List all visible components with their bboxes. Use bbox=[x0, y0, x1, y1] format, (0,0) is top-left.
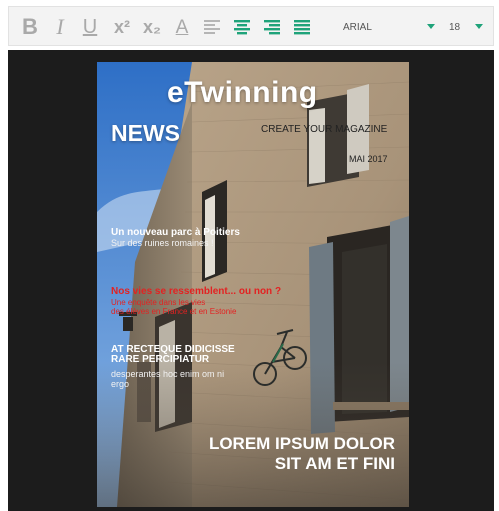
align-center-button[interactable] bbox=[229, 13, 255, 41]
align-justify-button[interactable] bbox=[289, 13, 315, 41]
align-center-icon bbox=[234, 20, 250, 35]
editor-canvas: eTwinning NEWS CREATE YOUR MAGAZINE MAI … bbox=[8, 50, 494, 511]
lead-headline-line1[interactable]: LOREM IPSUM DOLOR bbox=[209, 434, 395, 454]
chevron-down-icon bbox=[475, 24, 483, 29]
bold-icon: B bbox=[22, 14, 38, 39]
section-title[interactable]: NEWS bbox=[111, 120, 180, 147]
chevron-down-icon bbox=[427, 24, 435, 29]
story2-headline[interactable]: Nos vies se ressemblent... ou non ? bbox=[111, 286, 281, 297]
story3-subtitle-line2[interactable]: ergo bbox=[111, 379, 129, 389]
story2-subtitle-line1[interactable]: Une enquête dans les vies bbox=[111, 298, 205, 307]
issue-date[interactable]: MAI 2017 bbox=[349, 154, 388, 164]
subscript-button[interactable]: x₂ bbox=[139, 13, 165, 41]
story1-headline[interactable]: Un nouveau parc à Poitiers bbox=[111, 227, 240, 238]
tagline[interactable]: CREATE YOUR MAGAZINE bbox=[261, 124, 387, 135]
font-size-value: 18 bbox=[449, 21, 461, 33]
align-left-icon bbox=[204, 20, 220, 34]
story1-subtitle[interactable]: Sur des ruines romaines ! bbox=[111, 238, 214, 248]
subscript-icon: x₂ bbox=[142, 17, 161, 37]
magazine-cover[interactable]: eTwinning NEWS CREATE YOUR MAGAZINE MAI … bbox=[97, 62, 409, 507]
font-family-value: ARIAL bbox=[343, 21, 372, 33]
underline-button[interactable]: U bbox=[77, 13, 103, 41]
font-size-select[interactable]: 18 bbox=[449, 16, 483, 38]
story3-subtitle-line1[interactable]: desperantes hoc enim om ni bbox=[111, 369, 224, 379]
font-color-button[interactable]: A bbox=[169, 13, 195, 41]
story2-subtitle-line2[interactable]: des élèves en France et en Estonie bbox=[111, 307, 236, 316]
underline-icon: U bbox=[82, 16, 98, 38]
lead-headline-line2[interactable]: SIT AM ET FINI bbox=[275, 454, 395, 474]
story3-headline-line2[interactable]: RARE PERCIPIATUR bbox=[111, 354, 209, 365]
font-color-icon: A bbox=[175, 16, 189, 38]
magazine-title[interactable]: eTwinning bbox=[167, 76, 318, 110]
align-left-button[interactable] bbox=[199, 13, 225, 41]
align-right-icon bbox=[264, 20, 280, 35]
superscript-icon: x² bbox=[113, 17, 130, 37]
italic-button[interactable]: I bbox=[47, 13, 73, 41]
formatting-toolbar: B I U x² x₂ A ARIAL 18 bbox=[8, 6, 494, 46]
superscript-button[interactable]: x² bbox=[109, 13, 135, 41]
bold-button[interactable]: B bbox=[17, 13, 43, 41]
font-family-select[interactable]: ARIAL bbox=[343, 16, 435, 38]
align-justify-icon bbox=[294, 20, 310, 35]
align-right-button[interactable] bbox=[259, 13, 285, 41]
italic-icon: I bbox=[56, 14, 64, 39]
